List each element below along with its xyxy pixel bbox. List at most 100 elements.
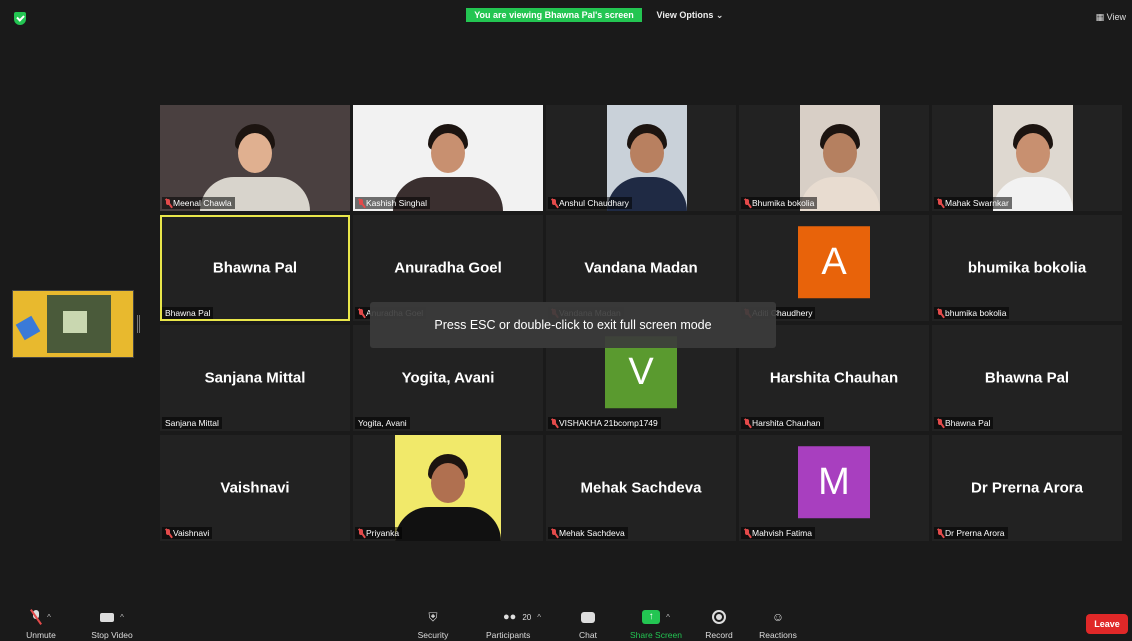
participant-tile[interactable]: Anshul Chaudhary [546,105,736,211]
participant-name-label: Bhawna Pal [162,307,214,319]
mic-muted-icon [744,418,750,428]
participant-display-name: Mehak Sachdeva [580,479,702,497]
shared-screen-thumbnail[interactable] [12,290,134,358]
participant-tile[interactable]: Bhumika bokolia [739,105,929,211]
mic-muted-icon [551,528,557,538]
share-screen-icon: ↑ [642,610,661,624]
record-icon [712,610,726,624]
participant-tile[interactable]: Dr Prerna Arora Dr Prerna Arora [932,435,1122,541]
participant-display-name: Anuradha Goel [394,259,502,277]
fullscreen-toast: Press ESC or double-click to exit full s… [370,302,776,348]
chevron-up-icon[interactable]: ^ [537,613,541,622]
participant-display-name: Bhawna Pal [212,259,298,277]
participant-name-label: Bhumika bokolia [741,197,818,209]
chevron-up-icon[interactable]: ^ [120,613,124,622]
share-screen-label: Share Screen [630,630,682,640]
reactions-label: Reactions [759,630,797,640]
participant-name-label: Anshul Chaudhary [548,197,632,209]
participant-tile[interactable]: Kashish Singhal [353,105,543,211]
shared-screen-decoration [15,315,41,341]
mic-muted-icon [358,528,364,538]
participant-video [800,105,880,211]
participant-tile[interactable]: Mahak Swarnkar [932,105,1122,211]
security-button[interactable]: ⛨ Security [414,608,452,641]
unmute-button[interactable]: ^ Unmute [18,608,64,640]
mic-muted-icon [30,609,43,625]
participant-tile[interactable]: Meenal Chawla [160,105,350,211]
participant-display-name: Vandana Madan [584,259,698,277]
chat-label: Chat [579,630,597,640]
participant-video [160,105,350,211]
participants-icon: ●● [503,611,517,623]
participants-button[interactable]: ●● 20 ^ Participants [484,608,560,640]
participant-name-label: Meenal Chawla [162,197,235,209]
participant-display-name: Dr Prerna Arora [971,479,1083,497]
record-label: Record [705,630,733,640]
participant-name-label: Kashish Singhal [355,197,430,209]
participant-video [353,105,543,211]
reactions-smiley-icon: ☺ [771,610,785,624]
participant-tile[interactable]: Bhawna Pal Bhawna Pal [932,325,1122,431]
stop-video-button[interactable]: ^ Stop Video [84,608,140,640]
view-button[interactable]: ▦ View [1096,12,1126,23]
chevron-up-icon[interactable]: ^ [666,613,670,622]
participant-tile[interactable]: Sanjana Mittal Sanjana Mittal [160,325,350,431]
view-options-button[interactable]: View Options ⌄ [650,8,730,22]
mic-muted-icon [551,198,557,208]
mic-muted-icon [165,528,171,538]
participant-name-label: Harshita Chauhan [741,417,824,429]
participant-name-label: Mahvish Fatima [741,527,815,539]
participant-display-name: bhumika bokolia [967,259,1087,277]
record-button[interactable]: Record [702,608,736,640]
unmute-label: Unmute [26,630,56,640]
participant-tile[interactable]: Vaishnavi Vaishnavi [160,435,350,541]
mic-muted-icon [744,528,750,538]
participant-display-name: Harshita Chauhan [769,369,899,387]
video-camera-icon [100,612,115,622]
share-screen-button[interactable]: ↑ ^ Share Screen [626,608,686,640]
participant-name-label: Sanjana Mittal [162,417,222,429]
shield-icon: ⛨ [428,609,438,624]
participant-display-name: Sanjana Mittal [204,369,306,387]
meeting-toolbar: ^ Unmute ^ Stop Video ⛨ Security ●● 20 ^ P… [0,600,1132,641]
participant-avatar: A [798,226,870,299]
participants-count: 20 [522,612,532,622]
chevron-up-icon[interactable]: ^ [47,613,51,622]
security-shield-icon[interactable] [14,12,26,25]
participant-name-label: Dr Prerna Arora [934,527,1008,539]
participant-display-name: Vaishnavi [220,479,290,497]
mic-muted-icon [551,418,557,428]
shared-screen-image [63,311,87,333]
chat-icon [581,611,595,623]
leave-button[interactable]: Leave [1086,614,1128,634]
participant-tile[interactable]: Priyanka [353,435,543,541]
top-bar: You are viewing Bhawna Pal's screen View… [0,0,1132,26]
participant-tile[interactable]: M Mahvish Fatima [739,435,929,541]
participant-name-label: bhumika bokolia [934,307,1010,319]
reactions-button[interactable]: ☺ Reactions [756,608,800,640]
thumbnail-resize-handle[interactable] [137,315,140,333]
participant-tile[interactable]: Mehak Sachdeva Mehak Sachdeva [546,435,736,541]
participant-name-label: VISHAKHA 21bcomp1749 [548,417,661,429]
participant-video [395,435,501,541]
participant-video [993,105,1073,211]
participants-label: Participants [486,630,531,640]
mic-muted-icon [937,418,943,428]
participant-name-label: Mahak Swarnkar [934,197,1012,209]
participant-tile[interactable]: Bhawna Pal Bhawna Pal [160,215,350,321]
participant-display-name: Yogita, Avani [401,369,495,387]
participant-avatar: M [798,446,870,519]
participant-display-name: Bhawna Pal [984,369,1070,387]
mic-muted-icon [165,198,171,208]
viewing-screen-banner: You are viewing Bhawna Pal's screen [466,8,642,22]
participant-name-label: Bhawna Pal [934,417,994,429]
mic-muted-icon [744,198,750,208]
participant-tile[interactable]: bhumika bokolia bhumika bokolia [932,215,1122,321]
security-label: Security [417,630,449,640]
participant-name-label: Priyanka [355,527,403,539]
participant-name-label: Mehak Sachdeva [548,527,628,539]
participant-name-label: Yogita, Avani [355,417,410,429]
mic-muted-icon [937,308,943,318]
mic-muted-icon [358,308,364,318]
chat-button[interactable]: Chat [574,608,602,640]
